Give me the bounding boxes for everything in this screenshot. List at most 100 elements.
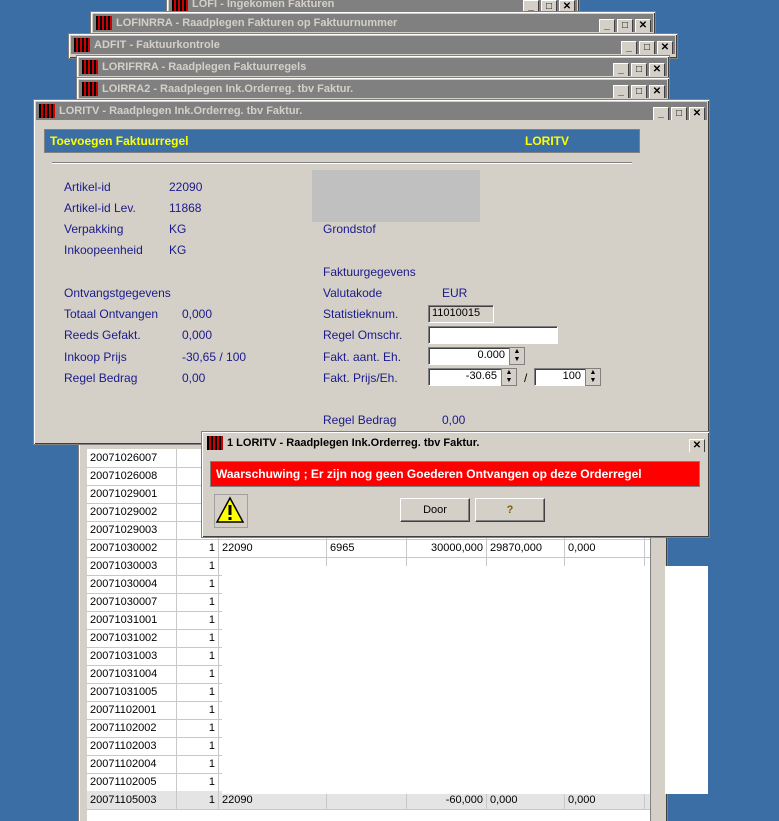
artikel-id-value: 22090 [169, 180, 203, 194]
dialog-titlebar[interactable]: 1 LORITV - Raadplegen Ink.Orderreg. tbv … [204, 434, 707, 452]
regel-bedrag-value: 0,00 [182, 371, 206, 385]
titlebar-loirra2[interactable]: LOIRRA2 - Raadplegen Ink.Orderreg. tbv F… [79, 80, 667, 98]
minimize-icon[interactable]: _ [613, 85, 629, 98]
table-cell: 22090 [219, 539, 327, 557]
table-cell: 20071030002 [87, 539, 177, 557]
table-cell: 1 [177, 575, 219, 593]
minimize-icon[interactable]: _ [613, 63, 629, 76]
fakt-per-spinner[interactable]: ▲ ▼ [585, 368, 601, 386]
regel-bedrag2-label: Regel Bedrag [323, 413, 397, 427]
table-cell: 20071031004 [87, 665, 177, 683]
table-cell: 20071102005 [87, 773, 177, 791]
table-cell: 1 [177, 737, 219, 755]
close-icon[interactable]: ✕ [657, 41, 673, 54]
table-cell: 20071030007 [87, 593, 177, 611]
fakt-prijs-label: Fakt. Prijs/Eh. [323, 371, 398, 385]
minimize-icon[interactable]: _ [599, 19, 615, 32]
help-button[interactable]: ? [475, 498, 545, 522]
app-logo-icon [82, 82, 98, 96]
table-cell: 20071102002 [87, 719, 177, 737]
close-icon[interactable]: ✕ [649, 63, 665, 76]
table-cell: 20071102001 [87, 701, 177, 719]
app-logo-icon [82, 60, 98, 74]
totaal-ontvangen-label: Totaal Ontvangen [64, 307, 159, 321]
faktuurgegevens-label: Faktuurgegevens [323, 265, 416, 279]
table-cell: 1 [177, 701, 219, 719]
window-title: LORIFRRA - Raadplegen Faktuurregels [102, 61, 307, 73]
maximize-icon[interactable]: □ [631, 85, 647, 98]
window-loritv: LORITV - Raadplegen Ink.Orderreg. tbv Fa… [33, 99, 710, 445]
titlebar-loritv[interactable]: LORITV - Raadplegen Ink.Orderreg. tbv Fa… [36, 102, 707, 120]
table-cell: 20071029003 [87, 521, 177, 539]
table-cell: 20071102004 [87, 755, 177, 773]
app-logo-icon [39, 104, 55, 118]
table-cell: 20071031005 [87, 683, 177, 701]
table-cell: 20071029001 [87, 485, 177, 503]
table-cell: 1 [177, 557, 219, 575]
warning-message: Waarschuwing ; Er zijn nog geen Goederen… [216, 467, 642, 481]
window-title: ADFIT - Faktuurkontrole [94, 39, 220, 51]
valutakode-value: EUR [442, 286, 468, 300]
statistieknum-label: Statistieknum. [323, 307, 399, 321]
fakt-prijs-input[interactable]: -30.65 [428, 368, 502, 386]
close-icon[interactable]: ✕ [689, 107, 705, 120]
help-icon: ? [506, 504, 514, 516]
fakt-aant-input[interactable]: 0.000 [428, 347, 510, 365]
inkoopeenheid-label: Inkoopeenheid [64, 243, 143, 257]
grondstof-label: Grondstof [323, 222, 376, 236]
close-icon[interactable]: ✕ [649, 85, 665, 98]
table-cell: 1 [177, 611, 219, 629]
table-cell: 30000,000 [407, 539, 487, 557]
door-button-label: Door [423, 504, 447, 516]
desktop: 20071026007 20071026008 20071029001 2007102… [0, 0, 779, 821]
maximize-icon[interactable]: □ [617, 19, 633, 32]
table-cell: 1 [177, 773, 219, 791]
table-cell: 20071030003 [87, 557, 177, 575]
table-cell: 1 [177, 539, 219, 557]
app-logo-icon [74, 38, 90, 52]
inkoopeenheid-value: KG [169, 243, 187, 257]
artikel-id-lev-value: 11868 [169, 201, 202, 215]
door-button[interactable]: Door [400, 498, 470, 522]
verpakking-label: Verpakking [64, 222, 124, 236]
app-logo-icon [172, 0, 188, 11]
statistieknum-field: 11010015 [428, 305, 494, 323]
warning-message-bar: Waarschuwing ; Er zijn nog geen Goederen… [210, 461, 700, 487]
fakt-per-input[interactable]: 100 [534, 368, 586, 386]
fakt-prijs-spinner[interactable]: ▲ ▼ [501, 368, 517, 386]
fakt-aant-spinner[interactable]: ▲ ▼ [509, 347, 525, 365]
minimize-icon[interactable]: _ [621, 41, 637, 54]
grondstof-image [312, 170, 480, 222]
table-cell: 1 [177, 629, 219, 647]
reeds-gefakt-label: Reeds Gefakt. [64, 328, 141, 342]
artikel-id-label: Artikel-id [64, 180, 111, 194]
fakt-aant-label: Fakt. aant. Eh. [323, 350, 402, 364]
maximize-icon[interactable]: □ [639, 41, 655, 54]
dialog-title: 1 LORITV - Raadplegen Ink.Orderreg. tbv … [227, 437, 480, 449]
table-cell: 20071030004 [87, 575, 177, 593]
table-cell: 0,000 [565, 539, 645, 557]
app-logo-icon [207, 436, 223, 450]
titlebar-lofinrra[interactable]: LOFINRRA - Raadplegen Fakturen op Faktuu… [93, 14, 653, 32]
table-cell: 1 [177, 719, 219, 737]
close-icon[interactable]: ✕ [635, 19, 651, 32]
maximize-icon[interactable]: □ [671, 107, 687, 120]
regel-omschr-input[interactable] [428, 326, 558, 344]
regel-bedrag-label: Regel Bedrag [64, 371, 138, 385]
table-cell: 20071026008 [87, 467, 177, 485]
window-title: LOIRRA2 - Raadplegen Ink.Orderreg. tbv F… [102, 83, 354, 95]
form-header-bar: Toevoegen Faktuurregel LORITV [44, 129, 640, 153]
totaal-ontvangen-value: 0,000 [182, 307, 213, 321]
table-cell: 20071029002 [87, 503, 177, 521]
titlebar-adfit[interactable]: ADFIT - Faktuurkontrole _ □ ✕ [71, 36, 675, 54]
titlebar-lorifrra[interactable]: LORIFRRA - Raadplegen Faktuurregels _ □ ✕ [79, 58, 667, 76]
table-cell: 1 [177, 593, 219, 611]
table-row[interactable]: 20071030002 1 22090 6965 30000,000 29870,000 0… [87, 539, 651, 558]
warning-icon-frame [214, 494, 248, 528]
inkoop-prijs-label: Inkoop Prijs [64, 350, 127, 364]
table-cell: 1 [177, 665, 219, 683]
minimize-icon[interactable]: _ [653, 107, 669, 120]
table-cell: 20071031002 [87, 629, 177, 647]
close-icon[interactable]: ✕ [689, 439, 705, 452]
maximize-icon[interactable]: □ [631, 63, 647, 76]
